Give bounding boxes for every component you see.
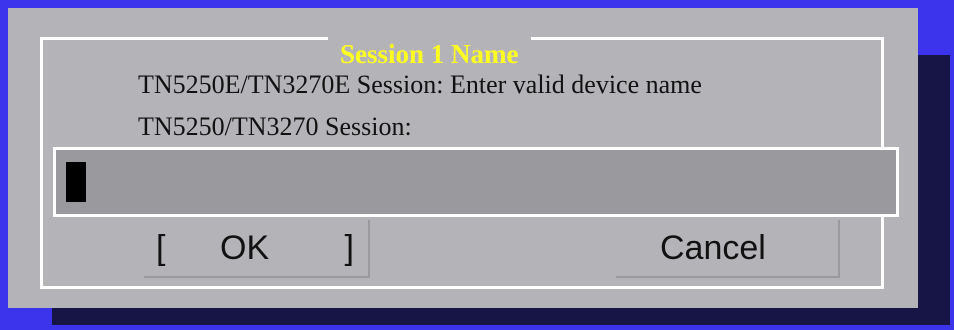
instruction-line-2: TN5250/TN3270 Session: xyxy=(138,112,412,141)
ok-bracket-right: ] xyxy=(344,229,354,267)
device-name-input[interactable] xyxy=(53,147,899,217)
ok-bracket-left: [ xyxy=(156,229,166,267)
cancel-button[interactable]: Cancel xyxy=(616,220,840,278)
ok-button-label: OK xyxy=(220,229,270,267)
ok-button[interactable]: [ OK ] xyxy=(144,220,370,278)
text-cursor xyxy=(66,162,86,202)
cancel-button-label: Cancel xyxy=(660,229,766,267)
instruction-line-1: TN5250E/TN3270E Session: Enter valid dev… xyxy=(138,70,702,99)
dialog-title: Session 1 Name xyxy=(328,34,531,74)
session-name-dialog: Session 1 Name TN5250E/TN3270E Session: … xyxy=(8,8,918,308)
